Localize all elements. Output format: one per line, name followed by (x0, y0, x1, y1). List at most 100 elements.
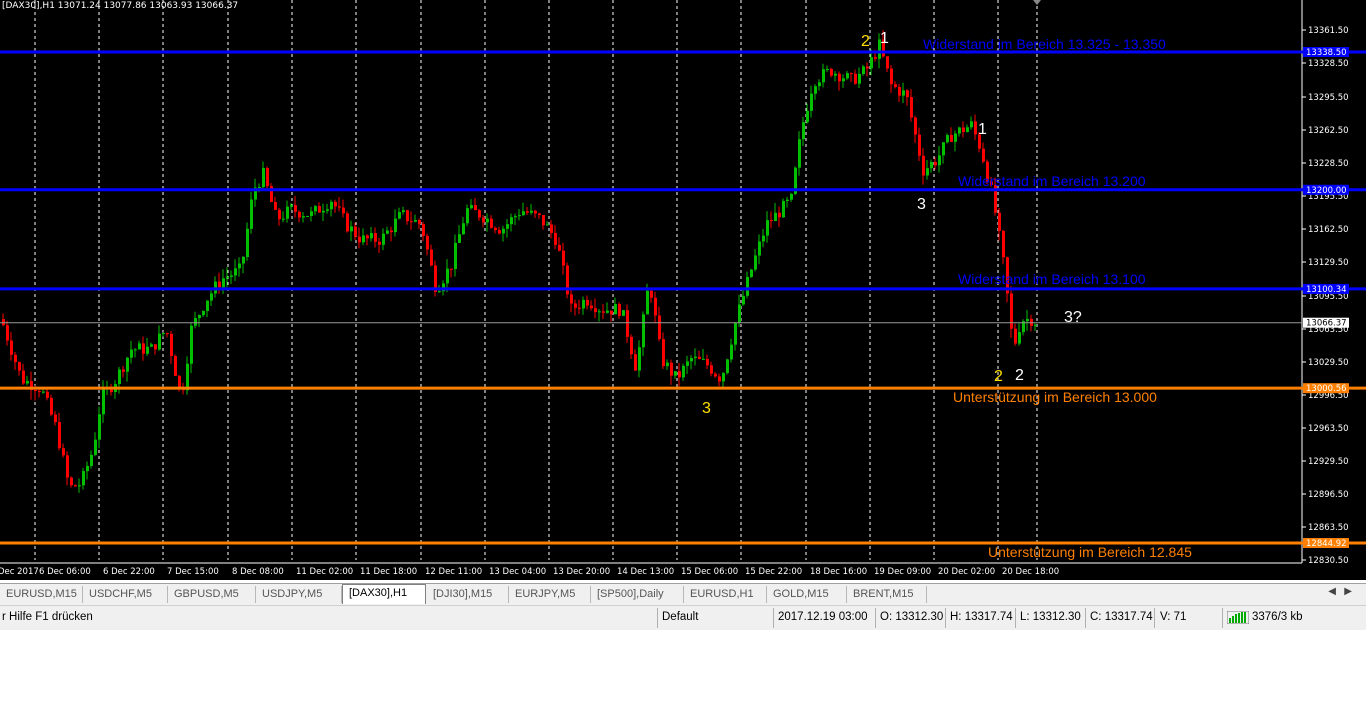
candle-body (458, 234, 461, 243)
chart-area[interactable]: 13361.50 13328.50 13295.50 13262.50 13228.50… (0, 0, 1366, 580)
candle-body (322, 210, 325, 213)
candle-body (82, 471, 85, 486)
price-tag-label: 13000.56 (1306, 384, 1347, 394)
candle-body (726, 359, 729, 374)
candle-body (194, 318, 197, 326)
candle-body (522, 211, 525, 216)
status-volume: V: 71 (1160, 611, 1187, 623)
price-tick-label: 12963.50 (1308, 424, 1349, 434)
candle-body (598, 311, 601, 313)
status-bar: r Hilfe F1 drücken Default 2017.12.19 03… (0, 605, 1366, 630)
time-tick-label: 13 Dec 20:00 (553, 567, 610, 577)
candle-body (658, 315, 661, 340)
candle-body (482, 217, 485, 223)
tab-sp500-daily[interactable]: [SP500],Daily (591, 586, 684, 603)
tab-eurusd-m15[interactable]: EURUSD,M15 (0, 586, 83, 603)
candle-body (314, 206, 317, 212)
candle-body (754, 255, 757, 270)
status-divider (1015, 608, 1016, 628)
candle-body (326, 209, 329, 211)
candle-body (618, 304, 621, 316)
candle-body (782, 200, 785, 218)
tab-eurusd-h1[interactable]: EURUSD,H1 (684, 586, 767, 603)
candle-body (470, 205, 473, 209)
candle-body (290, 205, 293, 207)
candles-group (2, 30, 1037, 493)
candle-body (894, 84, 897, 88)
candle-body (202, 310, 205, 316)
tab-gold-m15[interactable]: GOLD,M15 (767, 586, 847, 603)
candle-body (94, 439, 97, 455)
connection-bars-icon (1227, 611, 1249, 624)
candle-body (278, 209, 281, 220)
time-tick-label: 15 Dec 06:00 (681, 567, 738, 577)
candle-body (370, 233, 373, 239)
price-tick-label: 13129.50 (1308, 258, 1349, 268)
price-tick-label: 12929.50 (1308, 457, 1349, 467)
candle-body (718, 376, 721, 382)
candle-body (962, 127, 965, 133)
candle-body (814, 86, 817, 94)
time-tick-label: 15 Dec 22:00 (745, 567, 802, 577)
candle-body (410, 221, 413, 223)
candle-body (382, 233, 385, 245)
tab-usdjpy-m5[interactable]: USDJPY,M5 (256, 586, 342, 603)
price-tick-label: 12830.50 (1308, 556, 1349, 566)
candle-body (634, 354, 637, 371)
time-tick-label: Dec 2017 (0, 567, 39, 577)
candle-body (930, 162, 933, 169)
candle-body (298, 211, 301, 218)
support-level-label: Unterstützung im Bereich 12.845 (988, 544, 1192, 560)
candle-body (142, 343, 145, 354)
candle-body (734, 322, 737, 345)
candle-body (746, 276, 749, 296)
tab-dji30-m15[interactable]: [DJI30],M15 (427, 586, 509, 603)
candle-body (210, 293, 213, 301)
candle-body (858, 73, 861, 84)
price-tag-label: 13100.34 (1306, 285, 1347, 295)
candle-body (922, 155, 925, 176)
candle-body (294, 205, 297, 212)
candle-body (2, 319, 5, 326)
candle-body (830, 68, 833, 76)
candle-body (38, 391, 41, 393)
candle-body (642, 314, 645, 348)
candle-body (234, 268, 237, 276)
candle-body (826, 68, 829, 70)
candle-body (494, 227, 497, 231)
candle-body (750, 269, 753, 277)
candle-body (474, 205, 477, 211)
candle-body (1010, 293, 1013, 329)
status-close: C: 13317.74 (1090, 611, 1153, 623)
status-divider (1222, 608, 1223, 628)
tab-dax30-h1[interactable]: [DAX30],H1 (342, 584, 426, 604)
status-profile: Default (662, 611, 699, 623)
resistance-level-label: Widerstand im Bereich 13.200 (958, 173, 1146, 189)
tab-eurjpy-m5[interactable]: EURJPY,M5 (509, 586, 591, 603)
wave-count-label: 1 (880, 30, 889, 47)
candle-body (306, 216, 309, 218)
tab-usdchf-m5[interactable]: USDCHF,M5 (83, 586, 168, 603)
time-tick-label: 14 Dec 13:00 (617, 567, 674, 577)
candle-body (838, 73, 841, 82)
candle-body (970, 121, 973, 128)
tab-scroll-arrows[interactable]: ◀ ▶ (1328, 586, 1352, 597)
candle-body (926, 168, 929, 176)
candle-body (374, 233, 377, 242)
candle-body (438, 291, 441, 293)
candle-body (498, 230, 501, 234)
candle-body (206, 300, 209, 311)
price-chart[interactable]: 13361.50 13328.50 13295.50 13262.50 13228.50… (0, 0, 1366, 580)
tab-gbpusd-m5[interactable]: GBPUSD,M5 (168, 586, 256, 603)
candle-body (1026, 318, 1029, 322)
candle-body (166, 333, 169, 335)
candle-body (1034, 324, 1037, 326)
price-tag-label: 13200.00 (1306, 186, 1347, 196)
candle-body (286, 206, 289, 219)
tab-brent-m15[interactable]: BRENT,M15 (847, 586, 927, 603)
candle-body (694, 356, 697, 359)
candle-body (338, 206, 341, 208)
candle-body (798, 139, 801, 168)
candle-body (310, 211, 313, 217)
candle-body (178, 375, 181, 388)
